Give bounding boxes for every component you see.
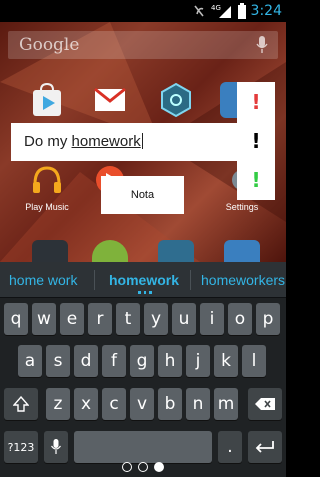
app-play-music[interactable]: Play Music bbox=[17, 162, 77, 212]
key-g[interactable]: g bbox=[130, 345, 154, 377]
key-m[interactable]: m bbox=[214, 388, 238, 420]
android-icon bbox=[92, 240, 128, 262]
save-note-button[interactable]: Nota bbox=[101, 176, 184, 214]
app-calendar[interactable] bbox=[212, 240, 272, 262]
camera-icon bbox=[32, 240, 68, 262]
key-p[interactable]: p bbox=[256, 303, 280, 335]
key-z[interactable]: z bbox=[46, 388, 70, 420]
key-u[interactable]: u bbox=[172, 303, 196, 335]
note-text-prefix: Do my bbox=[24, 133, 72, 150]
note-text-word: homework bbox=[71, 133, 141, 150]
key-q[interactable]: q bbox=[4, 303, 28, 335]
note-text: Do my homework bbox=[24, 133, 143, 150]
status-bar: 4G 3:24 bbox=[0, 0, 286, 22]
gmail-icon bbox=[92, 82, 128, 118]
space-key[interactable] bbox=[74, 431, 212, 463]
key-e[interactable]: e bbox=[60, 303, 84, 335]
notification-muted-icon bbox=[192, 3, 206, 19]
priority-high-label: ! bbox=[251, 90, 261, 114]
app-ingress[interactable] bbox=[146, 82, 206, 118]
page-dot-active bbox=[154, 462, 164, 472]
ingress-icon bbox=[158, 82, 194, 118]
app-android[interactable] bbox=[80, 240, 140, 262]
headphones-icon bbox=[29, 162, 65, 198]
mic-icon bbox=[51, 439, 61, 454]
suggestion-item-selected[interactable]: homework bbox=[109, 272, 179, 288]
key-i[interactable]: i bbox=[200, 303, 224, 335]
key-f[interactable]: f bbox=[102, 345, 126, 377]
symbols-key[interactable]: ?123 bbox=[4, 431, 38, 463]
key-v[interactable]: v bbox=[130, 388, 154, 420]
google-search-bar[interactable]: Google bbox=[8, 31, 278, 59]
key-k[interactable]: k bbox=[214, 345, 238, 377]
network-type-label: 4G bbox=[211, 4, 221, 12]
signal-icon: 4G bbox=[211, 3, 233, 19]
app-play-store[interactable] bbox=[17, 82, 77, 118]
note-input-field[interactable]: Do my homework bbox=[11, 123, 237, 161]
key-b[interactable]: b bbox=[158, 388, 182, 420]
key-t[interactable]: t bbox=[116, 303, 140, 335]
page-dot bbox=[122, 462, 132, 472]
shift-icon bbox=[13, 396, 29, 412]
priority-medium-button[interactable]: ! bbox=[237, 129, 275, 153]
priority-medium-label: ! bbox=[251, 129, 261, 153]
google-logo: Google bbox=[19, 35, 80, 55]
text-cursor bbox=[141, 133, 143, 149]
key-s[interactable]: s bbox=[46, 345, 70, 377]
key-a[interactable]: a bbox=[18, 345, 42, 377]
app-icon-partial bbox=[158, 240, 194, 262]
key-x[interactable]: x bbox=[74, 388, 98, 420]
suggestion-item[interactable]: home work bbox=[9, 272, 77, 288]
app-partial[interactable] bbox=[146, 240, 206, 262]
more-suggestions-indicator bbox=[138, 291, 153, 294]
play-store-icon bbox=[29, 82, 65, 118]
voice-input-key[interactable] bbox=[44, 431, 68, 463]
period-key[interactable]: . bbox=[218, 431, 242, 463]
key-j[interactable]: j bbox=[186, 345, 210, 377]
key-h[interactable]: h bbox=[158, 345, 182, 377]
enter-key[interactable] bbox=[248, 431, 282, 463]
page-indicator bbox=[0, 462, 286, 477]
key-w[interactable]: w bbox=[32, 303, 56, 335]
key-l[interactable]: l bbox=[242, 345, 266, 377]
key-c[interactable]: c bbox=[102, 388, 126, 420]
priority-panel: ! ! ! bbox=[237, 82, 275, 200]
keyboard: home work homework homeworkers q w e r t… bbox=[0, 262, 286, 477]
app-gmail[interactable] bbox=[80, 82, 140, 118]
priority-high-button[interactable]: ! bbox=[237, 90, 275, 114]
app-camera[interactable] bbox=[20, 240, 80, 262]
key-n[interactable]: n bbox=[186, 388, 210, 420]
app-label: Play Music bbox=[25, 202, 69, 212]
mic-icon[interactable] bbox=[256, 36, 268, 58]
page-dot bbox=[138, 462, 148, 472]
battery-icon bbox=[237, 3, 246, 19]
backspace-icon bbox=[255, 398, 275, 410]
key-y[interactable]: y bbox=[144, 303, 168, 335]
enter-icon bbox=[255, 441, 274, 453]
suggestion-divider bbox=[190, 270, 191, 290]
app-label: Settings bbox=[225, 202, 259, 212]
shift-key[interactable] bbox=[4, 388, 38, 420]
backspace-key[interactable] bbox=[248, 388, 282, 420]
priority-low-button[interactable]: ! bbox=[237, 168, 275, 192]
suggestion-strip: home work homework homeworkers bbox=[0, 262, 286, 298]
calendar-icon bbox=[224, 240, 260, 262]
key-d[interactable]: d bbox=[74, 345, 98, 377]
key-o[interactable]: o bbox=[228, 303, 252, 335]
suggestion-divider bbox=[94, 270, 95, 290]
suggestion-item[interactable]: homeworkers bbox=[201, 272, 285, 288]
priority-low-label: ! bbox=[251, 168, 261, 192]
status-time: 3:24 bbox=[250, 3, 282, 19]
key-r[interactable]: r bbox=[88, 303, 112, 335]
